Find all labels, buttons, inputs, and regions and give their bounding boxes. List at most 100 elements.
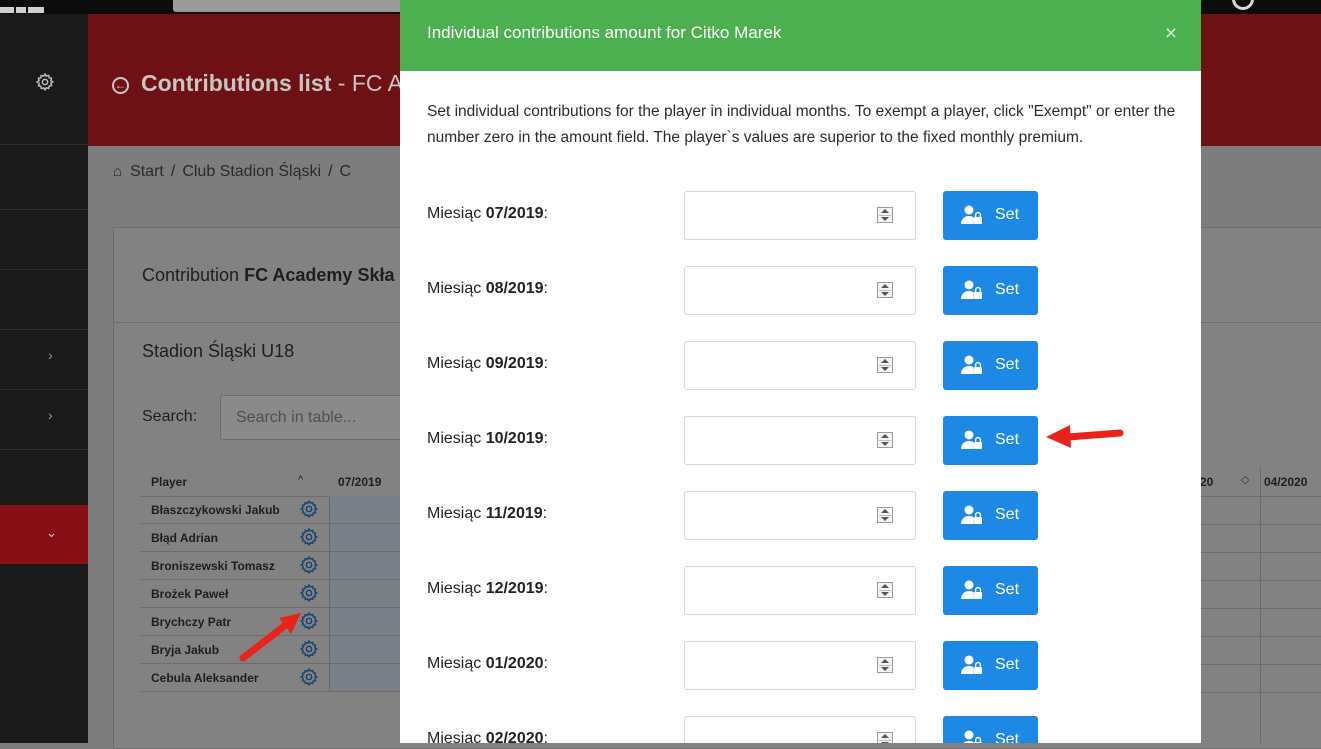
column-header-partial[interactable]: 20 [1200,475,1213,489]
sidebar-expand-chevron-icon[interactable]: › [48,407,53,423]
user-lock-icon [963,730,982,743]
amount-input[interactable] [684,566,916,615]
player-name: Błaszczykowski Jakub [151,503,280,517]
month-row: Miesiąc 02/2020: Set [400,716,1201,743]
sidebar-expand-chevron-icon[interactable]: › [48,347,53,363]
logo [0,0,60,14]
amount-input[interactable] [684,641,916,690]
month-label: Miesiąc 02/2020: [427,730,548,743]
month-label: Miesiąc 08/2019: [427,280,548,297]
modal-description: Set individual contributions for the pla… [427,103,1176,146]
sort-both-icon[interactable]: ◇ [1241,473,1249,486]
month-label: Miesiąc 07/2019: [427,205,548,222]
set-button[interactable]: Set [943,716,1038,743]
number-spinner-icon[interactable] [877,282,893,298]
modal-title: Individual contributions amount for Citk… [427,23,782,42]
table-search-input[interactable] [220,395,420,440]
set-button[interactable]: Set [943,641,1038,690]
user-avatar[interactable] [1232,0,1254,10]
settings-gear-icon[interactable] [35,72,55,92]
table-header: Player ^ 07/2019 [141,468,401,497]
amount-input[interactable] [684,491,916,540]
table-row: Błąd Adrian [141,524,402,552]
page-title: ← Contributions list - FC A [112,70,403,97]
amount-input[interactable] [684,266,916,315]
column-header-player[interactable]: Player [151,475,187,489]
user-lock-icon [961,280,982,299]
month-label: Miesiąc 11/2019: [427,505,548,522]
player-name: Cebula Aleksander [151,671,259,685]
home-icon[interactable]: ⌂ [113,163,122,180]
column-header-month[interactable]: 04/2020 [1264,475,1307,489]
global-search-bar[interactable] [173,0,403,12]
sort-asc-icon[interactable]: ^ [298,474,303,486]
annotation-arrow-icon [1046,425,1124,448]
number-spinner-icon[interactable] [877,207,893,223]
number-spinner-icon[interactable] [877,657,893,673]
user-lock-icon [961,580,982,599]
month-label: Miesiąc 10/2019: [427,430,548,447]
user-lock-icon [961,505,982,524]
set-button[interactable]: Set [943,266,1038,315]
amount-input[interactable] [684,416,916,465]
player-name: Bryja Jakub [151,643,220,657]
amount-input[interactable] [684,191,916,240]
number-spinner-icon[interactable] [877,432,893,448]
month-row: Miesiąc 09/2019: Set [400,341,1201,391]
month-cell[interactable] [329,496,402,523]
column-header-month[interactable]: 07/2019 [338,475,381,489]
table-row: Błaszczykowski Jakub [141,496,402,524]
row-settings-gear-icon[interactable] [299,555,319,575]
card-title: Contribution FC Academy Skła [142,265,395,285]
month-row: Miesiąc 07/2019: Set [400,191,1201,241]
player-name: Błąd Adrian [151,531,218,545]
month-row: Miesiąc 12/2019: Set [400,566,1201,616]
user-lock-icon [961,430,982,449]
player-name: Brychczy Patr [151,615,232,629]
month-row: Miesiąc 01/2020: Set [400,641,1201,691]
set-button[interactable]: Set [943,566,1038,615]
number-spinner-icon[interactable] [877,582,893,598]
number-spinner-icon[interactable] [877,507,893,523]
month-row: Miesiąc 11/2019: Set [400,491,1201,541]
number-spinner-icon[interactable] [877,732,893,743]
user-lock-icon [961,205,982,224]
player-name: Brożek Paweł [151,587,229,601]
search-label: Search: [142,408,198,425]
table-row: Broniszewski Tomasz [141,552,402,580]
player-name: Broniszewski Tomasz [151,559,275,573]
month-cell[interactable] [329,552,402,579]
sidebar-item-active[interactable]: ⌄ [0,505,88,564]
close-icon[interactable]: × [1161,22,1181,46]
month-label: Miesiąc 12/2019: [427,580,548,597]
breadcrumb-current: C [339,163,352,180]
set-button[interactable]: Set [943,491,1038,540]
table-row: Cebula Aleksander [141,664,402,692]
month-cell[interactable] [329,580,402,607]
set-button[interactable]: Set [943,416,1038,465]
user-lock-icon [961,355,982,374]
month-cell[interactable] [329,636,402,663]
number-spinner-icon[interactable] [877,357,893,373]
back-arrow-icon[interactable]: ← [112,77,129,94]
breadcrumb-club[interactable]: Club Stadion Śląski [182,163,321,180]
contributions-modal: Individual contributions amount for Citk… [400,0,1201,743]
annotation-arrow-icon [239,613,301,662]
chevron-down-icon: ⌄ [46,525,57,540]
month-label: Miesiąc 09/2019: [427,355,548,372]
month-cell[interactable] [329,524,402,551]
row-settings-gear-icon[interactable] [299,667,319,687]
row-settings-gear-icon[interactable] [299,499,319,519]
set-button[interactable]: Set [943,341,1038,390]
month-cell[interactable] [329,608,402,635]
row-settings-gear-icon[interactable] [299,527,319,547]
modal-header: Individual contributions amount for Citk… [400,0,1201,71]
user-lock-icon [961,655,982,674]
set-button[interactable]: Set [943,191,1038,240]
breadcrumb-start[interactable]: Start [130,163,164,180]
sidebar: › › ⌄ [0,14,88,743]
amount-input[interactable] [684,341,916,390]
amount-input[interactable] [684,716,916,743]
month-cell[interactable] [329,664,402,691]
month-row: Miesiąc 08/2019: Set [400,266,1201,316]
